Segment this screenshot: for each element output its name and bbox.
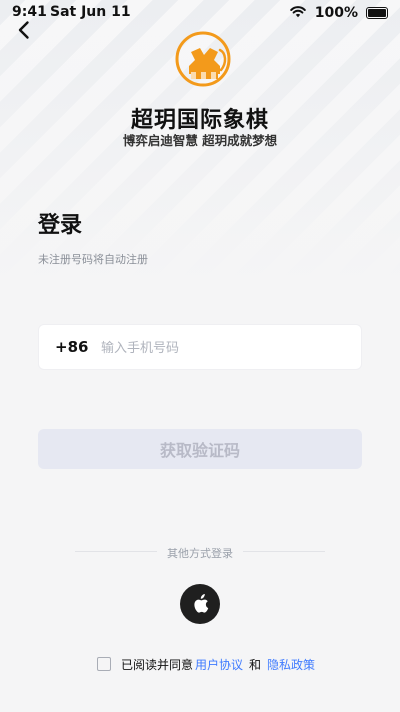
app-logo [170, 30, 236, 88]
terms-prefix: 已阅读并同意 [121, 657, 194, 672]
wifi-icon [289, 4, 307, 22]
login-hint: 未注册号码将自动注册 [38, 253, 148, 266]
phone-field-container: +86 [38, 324, 362, 370]
brand-subtitle: 博弈启迪智慧 超玥成就梦想 [122, 133, 278, 148]
alt-login-label: 其他方式登录 [0, 545, 400, 561]
login-title: 登录 [38, 213, 83, 238]
get-code-label: 获取验证码 [159, 441, 240, 460]
get-code-button[interactable]: 获取验证码 [38, 429, 362, 469]
terms-and: 和 [249, 657, 262, 672]
chevron-left-icon [18, 21, 29, 39]
agree-checkbox[interactable] [97, 657, 111, 671]
terms-row: 已阅读并同意 用户协议 和 隐私政策 [97, 654, 317, 674]
back-button[interactable] [12, 18, 36, 42]
apple-icon [194, 594, 209, 613]
battery-percent: 100% [314, 5, 358, 21]
status-right: 100% [289, 4, 388, 22]
apple-login-button[interactable] [180, 584, 220, 624]
alt-login-text: 其他方式登录 [157, 547, 243, 560]
country-code[interactable]: +86 [55, 338, 88, 356]
phone-input[interactable] [101, 335, 341, 361]
privacy-policy-link[interactable]: 隐私政策 [267, 656, 315, 673]
status-bar: 9:41 Sat Jun 11 100% [0, 0, 400, 26]
battery-icon [366, 7, 388, 19]
status-date: Sat Jun 11 [50, 4, 131, 20]
user-agreement-link[interactable]: 用户协议 [195, 656, 243, 673]
